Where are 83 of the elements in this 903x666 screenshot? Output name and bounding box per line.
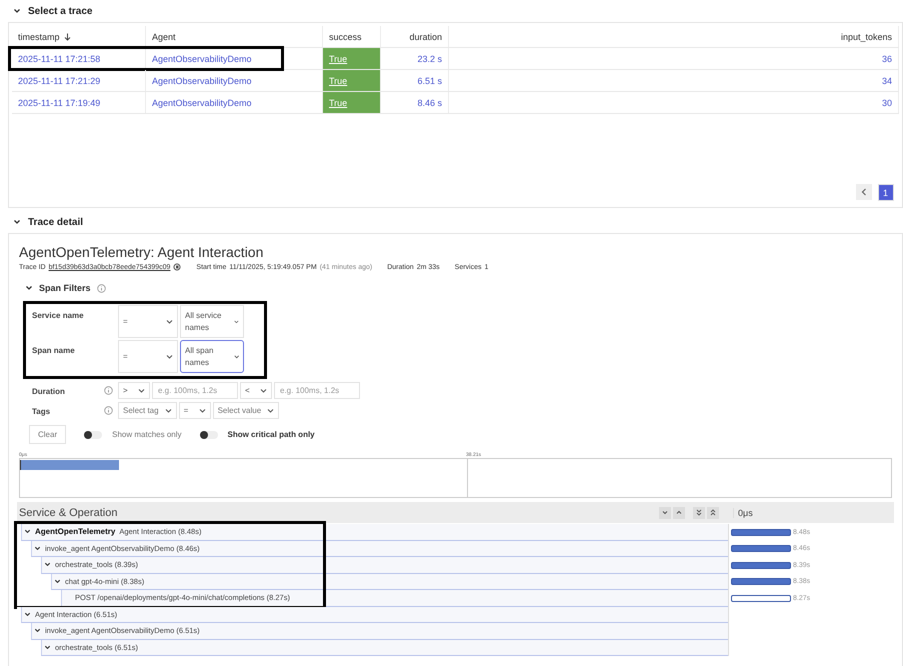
chevron-icon <box>166 354 173 360</box>
chevron-icon <box>166 318 173 324</box>
chevron-icon[interactable] <box>13 218 21 226</box>
info-icon <box>96 284 106 292</box>
service-name: AgentOpenTelemetry <box>35 527 116 536</box>
chevron-icon[interactable] <box>54 578 61 585</box>
operator-dropdown[interactable]: = <box>118 340 178 373</box>
chevron-icon <box>138 388 145 394</box>
chevron-icon[interactable] <box>44 561 51 568</box>
chevron-left-icon <box>861 188 867 196</box>
tag-dropdown[interactable]: Select tag <box>118 402 177 419</box>
filter-label: Span name <box>31 345 76 355</box>
collapse-one-button[interactable] <box>659 506 671 518</box>
table-cell: 23.2 s <box>381 48 449 69</box>
toggle-label: Show critical path only <box>228 430 315 439</box>
chevron-icon <box>267 408 274 414</box>
table-row[interactable]: 2025-11-11 17:21:29 AgentObservabilityDemo True 6.51 s 34 <box>12 70 899 92</box>
value-dropdown[interactable]: Select value <box>212 402 280 419</box>
chevron-icon <box>260 388 267 394</box>
column-header[interactable]: Agent <box>146 26 323 47</box>
chevron-icon <box>234 318 239 324</box>
chevron-icon[interactable] <box>25 284 33 292</box>
toggle-switch[interactable] <box>84 430 102 438</box>
table-cell: 36 <box>449 48 899 69</box>
table-row[interactable]: 2025-11-11 17:19:49 AgentObservabilityDemo True 8.46 s 30 <box>12 92 899 114</box>
timeline-overview[interactable] <box>19 458 892 498</box>
column-header[interactable]: duration <box>381 26 449 47</box>
table-cell: 34 <box>449 70 899 91</box>
chevron-icon <box>234 354 239 360</box>
operator-dropdown[interactable]: = <box>178 402 211 419</box>
chevron-icon[interactable] <box>13 7 21 15</box>
input-field[interactable]: e.g. 100ms, 1.2s <box>152 382 238 399</box>
previous-page-button[interactable] <box>856 184 872 200</box>
filter-label: Service name <box>31 310 85 320</box>
chevron-icon[interactable] <box>24 610 31 618</box>
value-dropdown[interactable]: All span names <box>180 340 244 373</box>
chevron-icon <box>198 408 206 414</box>
span-bar[interactable] <box>731 562 791 569</box>
table-cell: 8.46 s <box>381 92 449 113</box>
expand-all-button[interactable] <box>707 506 719 518</box>
table-cell: 30 <box>449 92 899 113</box>
chevron-down-icon <box>662 510 668 515</box>
operator-dropdown[interactable]: = <box>118 305 178 338</box>
double-chevron-icon <box>696 509 702 516</box>
toggle-switch[interactable] <box>200 430 218 438</box>
trace-title: AgentOpenTelemetry: Agent Interaction <box>19 244 264 260</box>
span-bar[interactable] <box>731 594 791 602</box>
table-cell: 6.51 s <box>381 70 449 91</box>
info-icon <box>104 406 113 415</box>
span-bar[interactable] <box>731 578 791 586</box>
chevron-icon[interactable] <box>44 644 51 651</box>
chevron-icon[interactable] <box>34 544 41 552</box>
column-header[interactable]: timestamp <box>12 26 146 47</box>
span-bar[interactable] <box>731 528 791 536</box>
column-header: Service & Operation <box>18 506 118 518</box>
operator-dropdown[interactable]: > <box>118 382 150 399</box>
section-title: Trace detail <box>28 216 84 228</box>
chevron-icon[interactable] <box>34 627 41 634</box>
expand-one-button[interactable] <box>673 506 685 518</box>
table-cell: 2025-11-11 17:21:58 <box>12 48 146 69</box>
toggle-label: Show matches only <box>112 430 182 439</box>
clear-button[interactable]: Clear <box>29 425 66 444</box>
column-header[interactable]: input_tokens <box>449 26 899 47</box>
chevron-icon[interactable] <box>24 528 31 536</box>
time-label: 0μs <box>733 508 753 518</box>
value-dropdown[interactable]: All service names <box>180 305 244 338</box>
section-title: Select a trace <box>28 6 92 16</box>
double-chevron-icon <box>710 509 716 516</box>
column-header[interactable]: success <box>323 26 381 47</box>
collapse-all-button[interactable] <box>693 506 705 518</box>
chevron-up-icon <box>676 510 682 515</box>
page-button[interactable]: 1 <box>878 184 894 201</box>
filters-title: Span Filters <box>39 283 91 293</box>
input-field[interactable]: e.g. 100ms, 1.2s <box>274 382 360 399</box>
table-cell: 2025-11-11 17:21:29 <box>12 70 146 91</box>
info-icon <box>104 386 113 395</box>
filter-label: Tags <box>31 406 52 416</box>
table-cell: 2025-11-11 17:19:49 <box>12 92 146 113</box>
chevron-icon <box>164 408 172 414</box>
filter-label: Duration <box>31 386 66 396</box>
copy-icon[interactable] <box>173 263 182 271</box>
operator-dropdown[interactable]: < <box>240 382 272 399</box>
span-bar[interactable] <box>731 545 791 552</box>
